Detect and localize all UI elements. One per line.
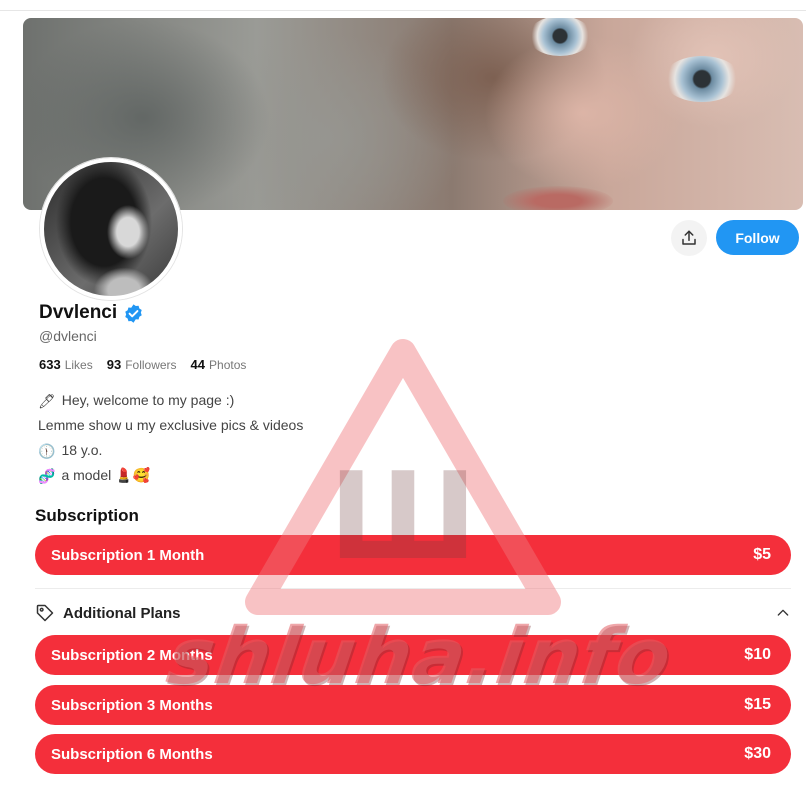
bio-line: Lemme show u my exclusive pics & videos [38,417,304,433]
profile-name-row: Dvvlenci [39,302,144,324]
bio-line: 🧬 a model 💄🥰 [38,467,150,484]
verified-badge-icon [125,303,142,323]
profile-bio: 🖊 Hey, welcome to my page :) Lemme show … [38,388,303,488]
subscription-plan-3-months[interactable]: Subscription 3 Months $15 [35,685,791,725]
avatar[interactable] [40,158,182,300]
profile-name: Dvvlenci [39,302,118,323]
chevron-up-icon [777,609,789,616]
additional-plans-toggle[interactable]: Additional Plans [35,600,791,626]
share-icon [682,230,696,245]
share-button[interactable] [671,220,707,256]
tag-icon [36,604,54,622]
pen-icon: 🖊 [38,392,56,409]
stat-likes: 633 Likes [39,357,93,372]
section-divider [35,588,791,589]
dna-icon: 🧬 [38,467,56,484]
bio-line: 🖊 Hey, welcome to my page :) [38,392,235,409]
profile-handle: @dvlenci [39,328,97,344]
follow-button[interactable]: Follow [716,220,799,255]
subscription-plan-2-months[interactable]: Subscription 2 Months $10 [35,635,791,675]
bio-line: 🕦 18 y.o. [38,442,103,459]
subscription-plan-1-month[interactable]: Subscription 1 Month $5 [35,535,791,575]
clock-icon: 🕦 [38,442,56,459]
subscription-plan-6-months[interactable]: Subscription 6 Months $30 [35,734,791,774]
subscription-title: Subscription [35,506,139,525]
profile-stats: 633 Likes 93 Followers 44 Photos [39,357,246,372]
additional-plans-title: Additional Plans [63,604,181,622]
top-divider [0,10,806,11]
stat-photos: 44 Photos [190,357,247,372]
stat-followers: 93 Followers [106,357,177,372]
